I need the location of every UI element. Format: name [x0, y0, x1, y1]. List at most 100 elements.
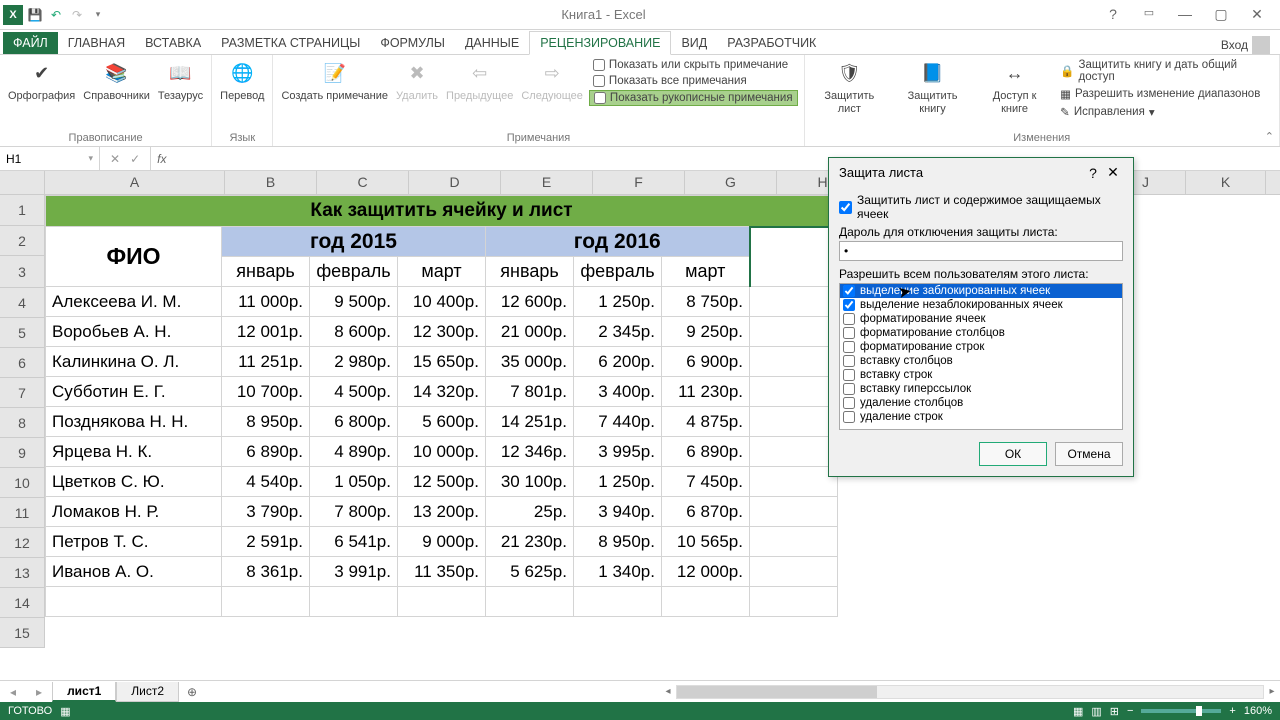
- qat-dropdown-icon[interactable]: ▾: [89, 6, 107, 24]
- zoom-out-icon[interactable]: −: [1127, 705, 1133, 717]
- cell[interactable]: Петров Т. С.: [46, 527, 222, 557]
- perm-item-5[interactable]: вставку столбцов: [840, 354, 1122, 368]
- fx-icon[interactable]: fx: [151, 152, 172, 166]
- cell[interactable]: [310, 587, 398, 617]
- proof-0[interactable]: ✔Орфография: [6, 58, 77, 105]
- row-header-8[interactable]: 8: [0, 408, 45, 438]
- protect-sheet-button[interactable]: 🛡Защитить лист: [811, 58, 889, 118]
- cell[interactable]: 10 000р.: [398, 437, 486, 467]
- cell[interactable]: [574, 587, 662, 617]
- perm-item-6[interactable]: вставку строк: [840, 368, 1122, 382]
- cell[interactable]: Ломаков Н. Р.: [46, 497, 222, 527]
- cell[interactable]: 5 600р.: [398, 407, 486, 437]
- perm-item-1[interactable]: выделение незаблокированных ячеек: [840, 298, 1122, 312]
- ribbon-tab-разметка страницы[interactable]: РАЗМЕТКА СТРАНИЦЫ: [211, 32, 370, 54]
- cell[interactable]: 12 300р.: [398, 317, 486, 347]
- cell[interactable]: 5 625р.: [486, 557, 574, 587]
- sheet-nav-next-icon[interactable]: ▸: [26, 685, 52, 699]
- cell[interactable]: 6 200р.: [574, 347, 662, 377]
- cell[interactable]: 12 000р.: [662, 557, 750, 587]
- cell[interactable]: Как защитить ячейку и лист: [46, 196, 838, 227]
- cell[interactable]: 4 500р.: [310, 377, 398, 407]
- cell[interactable]: Субботин Е. Г.: [46, 377, 222, 407]
- select-all-corner[interactable]: [0, 171, 45, 195]
- proof-1[interactable]: 📚Справочники: [81, 58, 152, 105]
- cell[interactable]: Иванов А. О.: [46, 557, 222, 587]
- col-header-F[interactable]: F: [593, 171, 685, 195]
- cell[interactable]: 7 800р.: [310, 497, 398, 527]
- col-header-D[interactable]: D: [409, 171, 501, 195]
- scroll-right-icon[interactable]: ▸: [1264, 686, 1280, 697]
- macro-rec-icon[interactable]: ▦: [60, 705, 70, 718]
- cell[interactable]: Воробьев А. Н.: [46, 317, 222, 347]
- view-layout-icon[interactable]: ▥: [1091, 705, 1101, 718]
- cell[interactable]: 4 875р.: [662, 407, 750, 437]
- cell[interactable]: 6 890р.: [662, 437, 750, 467]
- cell[interactable]: январь: [486, 257, 574, 287]
- cell[interactable]: 2 345р.: [574, 317, 662, 347]
- cell[interactable]: 6 870р.: [662, 497, 750, 527]
- row-header-2[interactable]: 2: [0, 226, 45, 256]
- sheet-tab-Лист2[interactable]: Лист2: [116, 682, 179, 702]
- perm-checkbox[interactable]: [843, 355, 855, 367]
- perm-checkbox[interactable]: [843, 369, 855, 381]
- cell[interactable]: [750, 437, 838, 467]
- col-header-E[interactable]: E: [501, 171, 593, 195]
- cell[interactable]: 9 250р.: [662, 317, 750, 347]
- row-header-5[interactable]: 5: [0, 318, 45, 348]
- show-all-comments-toggle[interactable]: Показать все примечания: [589, 74, 798, 88]
- redo-icon[interactable]: ↷: [68, 6, 86, 24]
- ribbon-tab-вид[interactable]: ВИД: [671, 32, 717, 54]
- cell[interactable]: 4 890р.: [310, 437, 398, 467]
- perm-checkbox[interactable]: [843, 313, 855, 325]
- ribbon-tab-файл[interactable]: ФАЙЛ: [3, 32, 58, 54]
- cell[interactable]: Ярцева Н. К.: [46, 437, 222, 467]
- cell[interactable]: 3 991р.: [310, 557, 398, 587]
- cell[interactable]: 8 750р.: [662, 287, 750, 317]
- cell[interactable]: 8 361р.: [222, 557, 310, 587]
- perm-item-4[interactable]: форматирование строк: [840, 340, 1122, 354]
- ribbon-collapse-icon[interactable]: ⌃: [1265, 130, 1274, 143]
- row-header-10[interactable]: 10: [0, 468, 45, 498]
- cell[interactable]: 12 346р.: [486, 437, 574, 467]
- cell[interactable]: 30 100р.: [486, 467, 574, 497]
- enter-formula-icon[interactable]: ✓: [130, 152, 140, 166]
- cell[interactable]: [750, 407, 838, 437]
- perm-checkbox[interactable]: [843, 383, 855, 395]
- cell[interactable]: 12 600р.: [486, 287, 574, 317]
- cell[interactable]: 3 790р.: [222, 497, 310, 527]
- permissions-list[interactable]: выделение заблокированных ячееквыделение…: [839, 283, 1123, 430]
- cell[interactable]: [398, 587, 486, 617]
- cell[interactable]: [750, 227, 838, 287]
- cell[interactable]: 11 230р.: [662, 377, 750, 407]
- row-header-14[interactable]: 14: [0, 588, 45, 618]
- cell[interactable]: 21 230р.: [486, 527, 574, 557]
- cell[interactable]: 8 950р.: [574, 527, 662, 557]
- perm-checkbox[interactable]: [843, 299, 855, 311]
- col-header-L[interactable]: L: [1266, 171, 1280, 195]
- cell[interactable]: 6 541р.: [310, 527, 398, 557]
- cell[interactable]: [750, 377, 838, 407]
- cell[interactable]: [750, 317, 838, 347]
- zoom-in-icon[interactable]: +: [1229, 705, 1235, 717]
- cell[interactable]: 6 890р.: [222, 437, 310, 467]
- perm-checkbox[interactable]: [843, 397, 855, 409]
- cell[interactable]: 6 800р.: [310, 407, 398, 437]
- show-ink-toggle[interactable]: Показать рукописные примечания: [589, 90, 798, 106]
- cell[interactable]: [662, 587, 750, 617]
- col-header-B[interactable]: B: [225, 171, 317, 195]
- dialog-close-button[interactable]: ✕: [1103, 164, 1123, 181]
- col-header-C[interactable]: C: [317, 171, 409, 195]
- cell[interactable]: [46, 587, 222, 617]
- perm-item-9[interactable]: удаление строк: [840, 410, 1122, 424]
- cell[interactable]: 12 500р.: [398, 467, 486, 497]
- perm-item-8[interactable]: удаление столбцов: [840, 396, 1122, 410]
- cell[interactable]: 2 980р.: [310, 347, 398, 377]
- cell[interactable]: 1 050р.: [310, 467, 398, 497]
- horizontal-scrollbar[interactable]: ◂ ▸: [660, 685, 1280, 699]
- perm-checkbox[interactable]: [843, 285, 855, 297]
- col-header-G[interactable]: G: [685, 171, 777, 195]
- row-header-9[interactable]: 9: [0, 438, 45, 468]
- sheet-tab-лист1[interactable]: лист1: [52, 682, 116, 702]
- cell[interactable]: 1 250р.: [574, 467, 662, 497]
